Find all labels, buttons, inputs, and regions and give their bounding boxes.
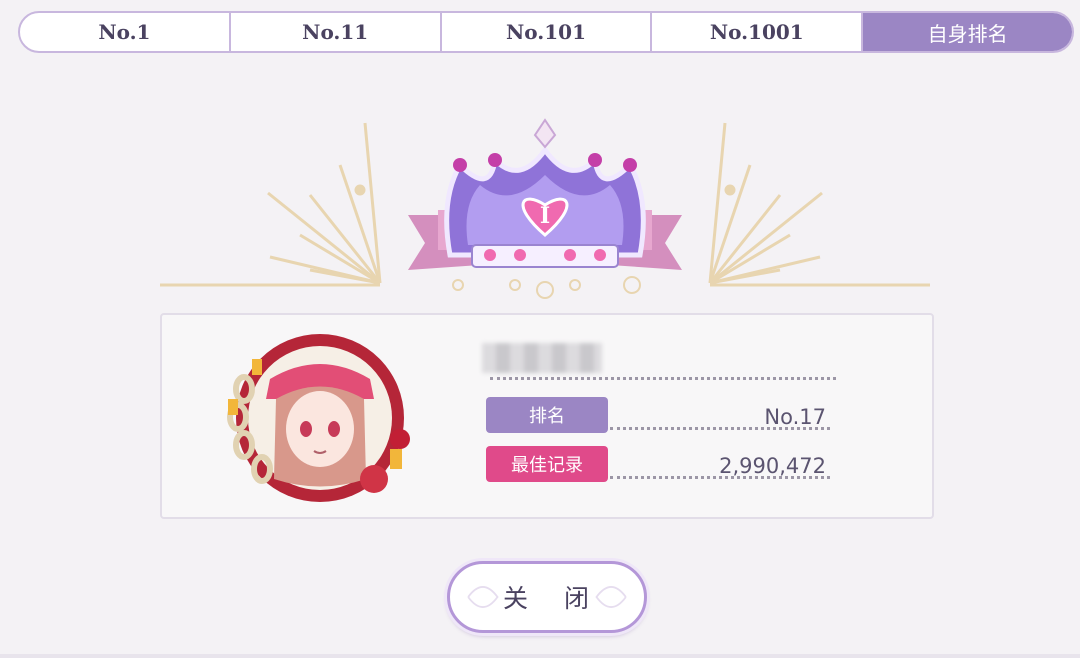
sunburst-right	[708, 122, 930, 287]
tab-no-1001[interactable]: No.1001	[652, 13, 864, 51]
best-record-value: 2,990,472	[719, 454, 826, 478]
rank-emblem: I	[160, 118, 930, 299]
player-rank-card: ■■■■■■ 排名 No.17 最佳记录 2,990,472	[160, 313, 934, 519]
player-name-blurred: ■■■■■■	[482, 343, 602, 373]
close-button[interactable]: 关 闭	[447, 561, 647, 633]
tab-no-11[interactable]: No.11	[231, 13, 442, 51]
player-avatar	[227, 334, 410, 502]
button-ornament	[467, 586, 627, 608]
emblem-ornament	[452, 276, 641, 299]
tab-self-rank[interactable]: 自身排名	[863, 13, 1072, 51]
crown-icon: I	[444, 118, 646, 268]
bottom-border	[0, 654, 1080, 658]
sunburst-left	[160, 122, 382, 287]
best-record-label-badge: 最佳记录	[486, 446, 608, 482]
tab-no-101[interactable]: No.101	[442, 13, 653, 51]
ranking-tabs: No.1 No.11 No.101 No.1001 自身排名	[18, 11, 1074, 53]
svg-text:I: I	[540, 203, 550, 229]
rank-value: No.17	[764, 405, 826, 429]
rank-label-badge: 排名	[486, 397, 608, 433]
divider	[490, 377, 836, 380]
tab-no-1[interactable]: No.1	[20, 13, 231, 51]
